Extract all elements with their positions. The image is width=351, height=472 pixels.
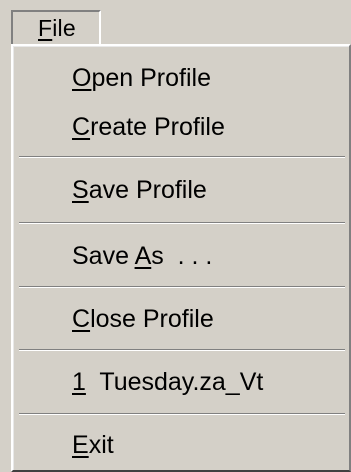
menu-item-open-profile[interactable]: Open Profile <box>13 58 349 98</box>
menu-item-save-as[interactable]: Save As . . . <box>13 236 349 276</box>
menu-item-recent-file-1[interactable]: 1 Tuesday.za_Vt <box>13 362 349 402</box>
menu-separator <box>19 156 345 158</box>
file-dropdown-menu: Open Profile Create Profile Save Profile… <box>11 44 351 472</box>
menu-separator <box>19 349 345 351</box>
menu-item-text: lose Profile <box>90 305 214 333</box>
menu-item-text: Tuesday.za_Vt <box>85 368 264 396</box>
menu-separator <box>19 222 345 224</box>
menu-item-text: ave Profile <box>88 176 207 204</box>
menu-item-label: Save Profile <box>72 170 207 210</box>
menu-item-text: xit <box>88 431 114 459</box>
menu-item-mnemonic: C <box>72 113 91 141</box>
menu-item-text: s . . . <box>151 242 213 270</box>
menu-separator <box>19 413 345 415</box>
menu-item-create-profile[interactable]: Create Profile <box>13 107 349 147</box>
menu-item-mnemonic: A <box>134 242 152 270</box>
menu-item-mnemonic: 1 <box>72 368 86 396</box>
file-menu-label-rest: ile <box>52 15 76 41</box>
menu-separator <box>19 286 345 288</box>
menu-item-text: reate Profile <box>90 113 225 141</box>
menu-item-label: 1 Tuesday.za_Vt <box>72 362 263 402</box>
menu-item-label: Close Profile <box>72 299 214 339</box>
menu-item-label: Open Profile <box>72 58 211 98</box>
file-menu-mnemonic: F <box>38 15 53 41</box>
file-menu-button[interactable]: File <box>11 10 101 44</box>
menu-item-mnemonic: C <box>72 305 91 333</box>
menu-item-save-profile[interactable]: Save Profile <box>13 170 349 210</box>
menu-item-label: Save As . . . <box>72 236 212 276</box>
menu-item-mnemonic: O <box>72 64 92 92</box>
menu-item-exit[interactable]: Exit <box>13 425 349 465</box>
menu-bar: File <box>0 0 351 46</box>
menu-item-mnemonic: S <box>72 176 89 204</box>
menu-item-label: Exit <box>72 425 114 465</box>
menu-item-mnemonic: E <box>72 431 89 459</box>
menu-item-close-profile[interactable]: Close Profile <box>13 299 349 339</box>
menu-item-text: pen Profile <box>91 64 211 92</box>
menu-item-label: Create Profile <box>72 107 225 147</box>
menu-item-text-before: Save <box>72 242 135 270</box>
